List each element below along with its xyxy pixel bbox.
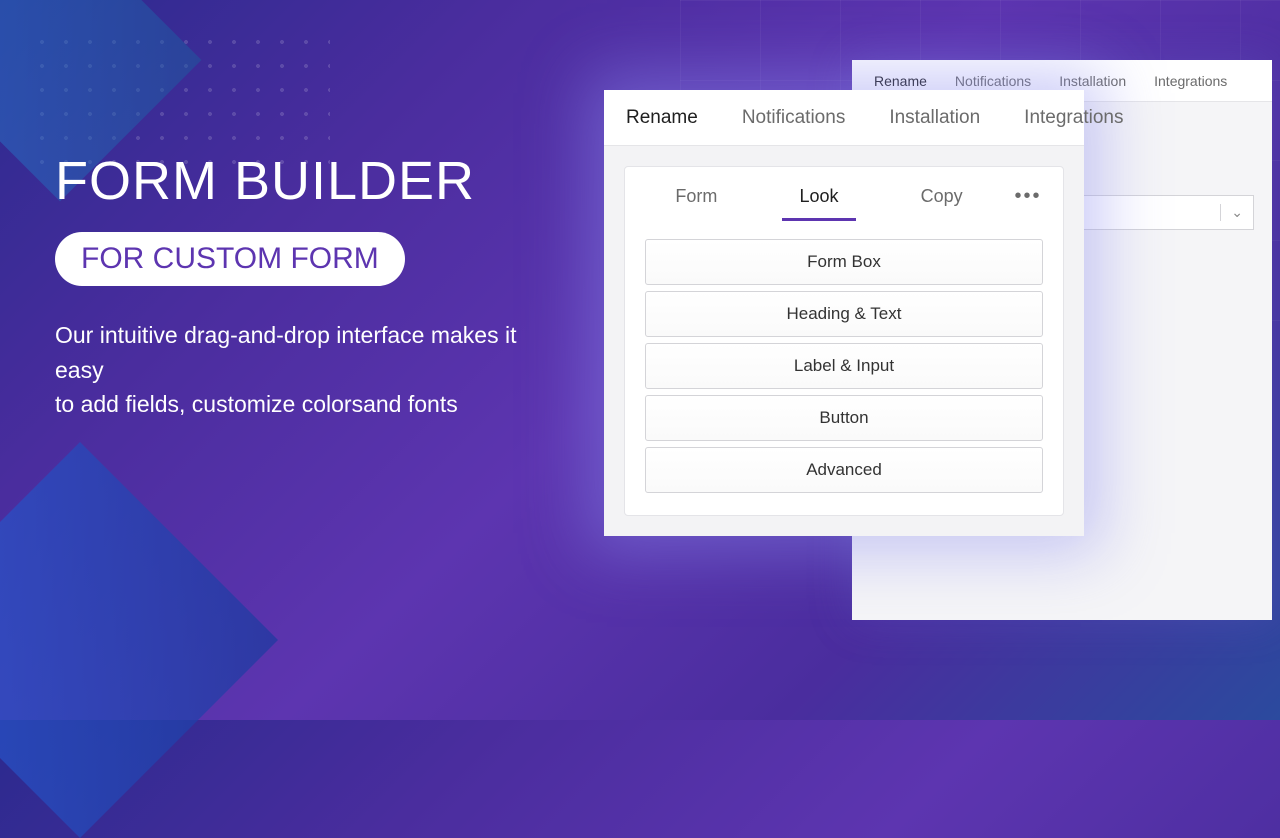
tab-integrations[interactable]: Integrations: [1002, 90, 1145, 145]
promo-desc-l2: to add fields, customize colorsand fonts: [55, 391, 458, 417]
promo-pill: FOR CUSTOM FORM: [55, 232, 405, 286]
back-tab-integrations[interactable]: Integrations: [1140, 63, 1241, 99]
front-body: Form Look Copy ••• Form Box Heading & Te…: [604, 146, 1084, 536]
option-button[interactable]: Button: [645, 395, 1043, 441]
settings-panel-front: Rename Notifications Installation Integr…: [604, 90, 1084, 536]
card-tab-copy[interactable]: Copy: [880, 172, 1003, 221]
card-tab-form[interactable]: Form: [635, 172, 758, 221]
tab-installation[interactable]: Installation: [867, 90, 1002, 145]
option-label-input[interactable]: Label & Input: [645, 343, 1043, 389]
front-tab-bar: Rename Notifications Installation Integr…: [604, 90, 1084, 146]
look-option-list: Form Box Heading & Text Label & Input Bu…: [625, 225, 1063, 515]
look-card: Form Look Copy ••• Form Box Heading & Te…: [624, 166, 1064, 516]
card-more-button[interactable]: •••: [1003, 185, 1053, 208]
promo-desc-l1: Our intuitive drag-and-drop interface ma…: [55, 322, 517, 383]
option-advanced[interactable]: Advanced: [645, 447, 1043, 493]
chevron-down-icon: ⌄: [1220, 204, 1243, 221]
tab-notifications[interactable]: Notifications: [720, 90, 868, 145]
promo-title: FORM BUILDER: [55, 150, 555, 212]
bg-shape-1: [0, 442, 278, 838]
tab-rename[interactable]: Rename: [604, 90, 720, 145]
option-form-box[interactable]: Form Box: [645, 239, 1043, 285]
promo-desc: Our intuitive drag-and-drop interface ma…: [55, 318, 555, 422]
option-heading-text[interactable]: Heading & Text: [645, 291, 1043, 337]
card-tab-bar: Form Look Copy •••: [625, 167, 1063, 225]
promo-block: FORM BUILDER FOR CUSTOM FORM Our intuiti…: [55, 150, 555, 422]
card-tab-look[interactable]: Look: [758, 172, 881, 221]
